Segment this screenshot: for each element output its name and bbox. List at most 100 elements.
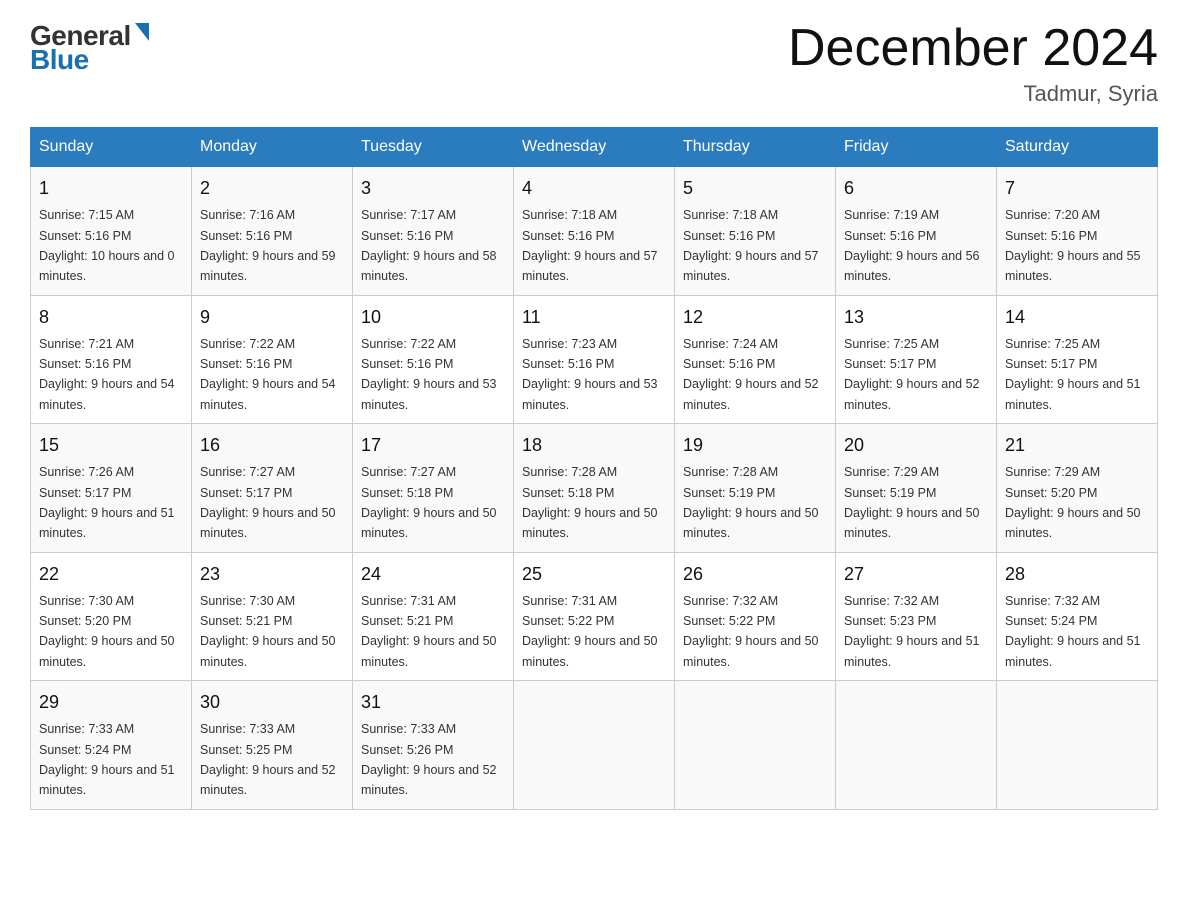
day-number: 31 <box>361 689 505 716</box>
calendar-cell: 1 Sunrise: 7:15 AMSunset: 5:16 PMDaylight… <box>31 167 192 296</box>
day-number: 9 <box>200 304 344 331</box>
day-info: Sunrise: 7:24 AMSunset: 5:16 PMDaylight:… <box>683 337 819 412</box>
calendar-week-row: 1 Sunrise: 7:15 AMSunset: 5:16 PMDaylight… <box>31 167 1158 296</box>
calendar-cell: 7 Sunrise: 7:20 AMSunset: 5:16 PMDaylight… <box>997 167 1158 296</box>
day-info: Sunrise: 7:28 AMSunset: 5:19 PMDaylight:… <box>683 465 819 540</box>
day-info: Sunrise: 7:33 AMSunset: 5:25 PMDaylight:… <box>200 722 336 797</box>
calendar-week-row: 15 Sunrise: 7:26 AMSunset: 5:17 PMDayligh… <box>31 424 1158 553</box>
day-info: Sunrise: 7:21 AMSunset: 5:16 PMDaylight:… <box>39 337 175 412</box>
day-info: Sunrise: 7:22 AMSunset: 5:16 PMDaylight:… <box>361 337 497 412</box>
day-number: 29 <box>39 689 183 716</box>
day-info: Sunrise: 7:18 AMSunset: 5:16 PMDaylight:… <box>683 208 819 283</box>
day-number: 13 <box>844 304 988 331</box>
calendar-table: SundayMondayTuesdayWednesdayThursdayFrid… <box>30 127 1158 810</box>
calendar-cell: 5 Sunrise: 7:18 AMSunset: 5:16 PMDaylight… <box>675 167 836 296</box>
calendar-cell: 29 Sunrise: 7:33 AMSunset: 5:24 PMDayligh… <box>31 681 192 810</box>
calendar-cell <box>675 681 836 810</box>
col-header-tuesday: Tuesday <box>353 128 514 167</box>
calendar-cell: 31 Sunrise: 7:33 AMSunset: 5:26 PMDayligh… <box>353 681 514 810</box>
day-info: Sunrise: 7:33 AMSunset: 5:26 PMDaylight:… <box>361 722 497 797</box>
calendar-cell <box>836 681 997 810</box>
day-number: 4 <box>522 175 666 202</box>
day-number: 8 <box>39 304 183 331</box>
page-header: General Blue December 2024 Tadmur, Syria <box>30 20 1158 107</box>
day-info: Sunrise: 7:31 AMSunset: 5:22 PMDaylight:… <box>522 594 658 669</box>
calendar-cell: 6Sunrise: 7:19 AMSunset: 5:16 PMDaylight… <box>836 167 997 296</box>
calendar-cell: 9 Sunrise: 7:22 AMSunset: 5:16 PMDaylight… <box>192 295 353 424</box>
day-info: Sunrise: 7:19 AMSunset: 5:16 PMDaylight:… <box>844 208 980 283</box>
calendar-week-row: 22 Sunrise: 7:30 AMSunset: 5:20 PMDayligh… <box>31 552 1158 681</box>
month-title: December 2024 <box>788 20 1158 77</box>
logo-blue-text: Blue <box>30 44 149 76</box>
calendar-cell: 16 Sunrise: 7:27 AMSunset: 5:17 PMDayligh… <box>192 424 353 553</box>
day-number: 26 <box>683 561 827 588</box>
col-header-monday: Monday <box>192 128 353 167</box>
calendar-cell: 15 Sunrise: 7:26 AMSunset: 5:17 PMDayligh… <box>31 424 192 553</box>
day-number: 11 <box>522 304 666 331</box>
calendar-cell: 27 Sunrise: 7:32 AMSunset: 5:23 PMDayligh… <box>836 552 997 681</box>
day-number: 28 <box>1005 561 1149 588</box>
calendar-week-row: 29 Sunrise: 7:33 AMSunset: 5:24 PMDayligh… <box>31 681 1158 810</box>
calendar-cell: 17Sunrise: 7:27 AMSunset: 5:18 PMDayligh… <box>353 424 514 553</box>
day-info: Sunrise: 7:32 AMSunset: 5:23 PMDaylight:… <box>844 594 980 669</box>
day-info: Sunrise: 7:25 AMSunset: 5:17 PMDaylight:… <box>1005 337 1141 412</box>
calendar-cell: 19 Sunrise: 7:28 AMSunset: 5:19 PMDayligh… <box>675 424 836 553</box>
calendar-cell: 4Sunrise: 7:18 AMSunset: 5:16 PMDaylight… <box>514 167 675 296</box>
calendar-cell: 20 Sunrise: 7:29 AMSunset: 5:19 PMDayligh… <box>836 424 997 553</box>
col-header-sunday: Sunday <box>31 128 192 167</box>
day-number: 27 <box>844 561 988 588</box>
col-header-friday: Friday <box>836 128 997 167</box>
day-info: Sunrise: 7:27 AMSunset: 5:17 PMDaylight:… <box>200 465 336 540</box>
calendar-cell: 25 Sunrise: 7:31 AMSunset: 5:22 PMDayligh… <box>514 552 675 681</box>
day-info: Sunrise: 7:32 AMSunset: 5:24 PMDaylight:… <box>1005 594 1141 669</box>
day-number: 3 <box>361 175 505 202</box>
calendar-cell: 21 Sunrise: 7:29 AMSunset: 5:20 PMDayligh… <box>997 424 1158 553</box>
calendar-cell: 18 Sunrise: 7:28 AMSunset: 5:18 PMDayligh… <box>514 424 675 553</box>
day-info: Sunrise: 7:33 AMSunset: 5:24 PMDaylight:… <box>39 722 175 797</box>
calendar-cell <box>997 681 1158 810</box>
day-info: Sunrise: 7:32 AMSunset: 5:22 PMDaylight:… <box>683 594 819 669</box>
col-header-wednesday: Wednesday <box>514 128 675 167</box>
day-info: Sunrise: 7:20 AMSunset: 5:16 PMDaylight:… <box>1005 208 1141 283</box>
logo: General Blue <box>30 20 149 76</box>
day-number: 14 <box>1005 304 1149 331</box>
calendar-cell: 14 Sunrise: 7:25 AMSunset: 5:17 PMDayligh… <box>997 295 1158 424</box>
day-info: Sunrise: 7:30 AMSunset: 5:21 PMDaylight:… <box>200 594 336 669</box>
day-number: 19 <box>683 432 827 459</box>
day-info: Sunrise: 7:25 AMSunset: 5:17 PMDaylight:… <box>844 337 980 412</box>
day-number: 25 <box>522 561 666 588</box>
day-number: 23 <box>200 561 344 588</box>
day-info: Sunrise: 7:16 AMSunset: 5:16 PMDaylight:… <box>200 208 336 283</box>
day-number: 24 <box>361 561 505 588</box>
day-number: 2 <box>200 175 344 202</box>
day-info: Sunrise: 7:27 AMSunset: 5:18 PMDaylight:… <box>361 465 497 540</box>
day-info: Sunrise: 7:30 AMSunset: 5:20 PMDaylight:… <box>39 594 175 669</box>
day-info: Sunrise: 7:28 AMSunset: 5:18 PMDaylight:… <box>522 465 658 540</box>
day-number: 16 <box>200 432 344 459</box>
day-number: 21 <box>1005 432 1149 459</box>
day-number: 5 <box>683 175 827 202</box>
day-number: 18 <box>522 432 666 459</box>
calendar-header-row: SundayMondayTuesdayWednesdayThursdayFrid… <box>31 128 1158 167</box>
day-number: 15 <box>39 432 183 459</box>
day-info: Sunrise: 7:23 AMSunset: 5:16 PMDaylight:… <box>522 337 658 412</box>
day-info: Sunrise: 7:15 AMSunset: 5:16 PMDaylight:… <box>39 208 175 283</box>
calendar-cell: 24Sunrise: 7:31 AMSunset: 5:21 PMDayligh… <box>353 552 514 681</box>
day-number: 22 <box>39 561 183 588</box>
calendar-cell: 23 Sunrise: 7:30 AMSunset: 5:21 PMDayligh… <box>192 552 353 681</box>
day-info: Sunrise: 7:29 AMSunset: 5:20 PMDaylight:… <box>1005 465 1141 540</box>
calendar-cell <box>514 681 675 810</box>
calendar-cell: 22 Sunrise: 7:30 AMSunset: 5:20 PMDayligh… <box>31 552 192 681</box>
calendar-cell: 2 Sunrise: 7:16 AMSunset: 5:16 PMDaylight… <box>192 167 353 296</box>
calendar-cell: 8 Sunrise: 7:21 AMSunset: 5:16 PMDaylight… <box>31 295 192 424</box>
day-number: 7 <box>1005 175 1149 202</box>
day-number: 12 <box>683 304 827 331</box>
logo-arrow-icon <box>135 23 149 41</box>
day-info: Sunrise: 7:29 AMSunset: 5:19 PMDaylight:… <box>844 465 980 540</box>
location-text: Tadmur, Syria <box>788 81 1158 107</box>
day-number: 1 <box>39 175 183 202</box>
day-number: 20 <box>844 432 988 459</box>
day-number: 10 <box>361 304 505 331</box>
day-info: Sunrise: 7:26 AMSunset: 5:17 PMDaylight:… <box>39 465 175 540</box>
day-info: Sunrise: 7:22 AMSunset: 5:16 PMDaylight:… <box>200 337 336 412</box>
